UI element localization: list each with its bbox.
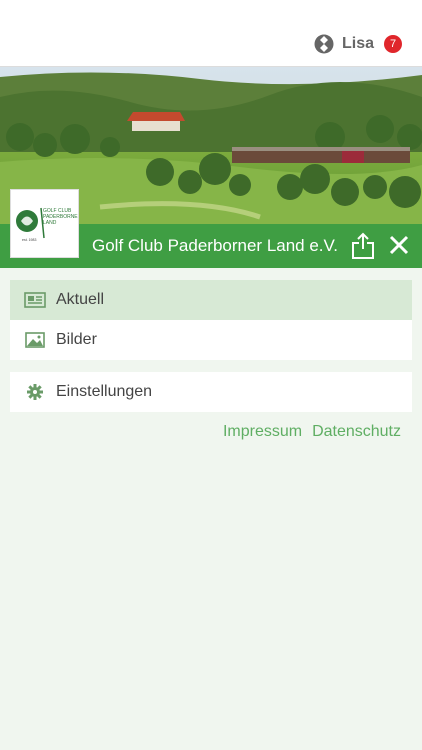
user-name[interactable]: Lisa (342, 35, 374, 53)
menu-item-label: Einstellungen (56, 383, 153, 400)
svg-text:est. 1983: est. 1983 (22, 238, 36, 242)
top-bar: Lisa 7 (0, 0, 422, 67)
notification-badge[interactable]: 7 (384, 35, 402, 53)
menu-item-einstellungen[interactable]: Einstellungen (10, 372, 412, 412)
footer-links: Impressum Datenschutz (223, 423, 401, 441)
impressum-link[interactable]: Impressum (223, 423, 302, 441)
club-title: Golf Club Paderborner Land e.V. (92, 236, 339, 255)
club-logo: GOLF CLUB PADERBORNER LAND est. 1983 (10, 189, 82, 258)
share-icon[interactable] (350, 232, 376, 260)
user-logo-icon (314, 34, 334, 54)
close-icon[interactable] (388, 234, 410, 256)
newspaper-icon (24, 292, 46, 308)
menu-item-label: Bilder (56, 331, 97, 348)
gear-icon (27, 384, 43, 400)
menu-item-label: Aktuell (56, 291, 105, 308)
image-icon (25, 332, 45, 348)
datenschutz-link[interactable]: Datenschutz (312, 423, 401, 441)
svg-text:LAND: LAND (43, 220, 57, 226)
user-menu[interactable]: Lisa 7 (314, 32, 402, 56)
menu-item-bilder[interactable]: Bilder (10, 320, 412, 360)
menu-item-aktuell[interactable]: Aktuell (10, 280, 412, 320)
